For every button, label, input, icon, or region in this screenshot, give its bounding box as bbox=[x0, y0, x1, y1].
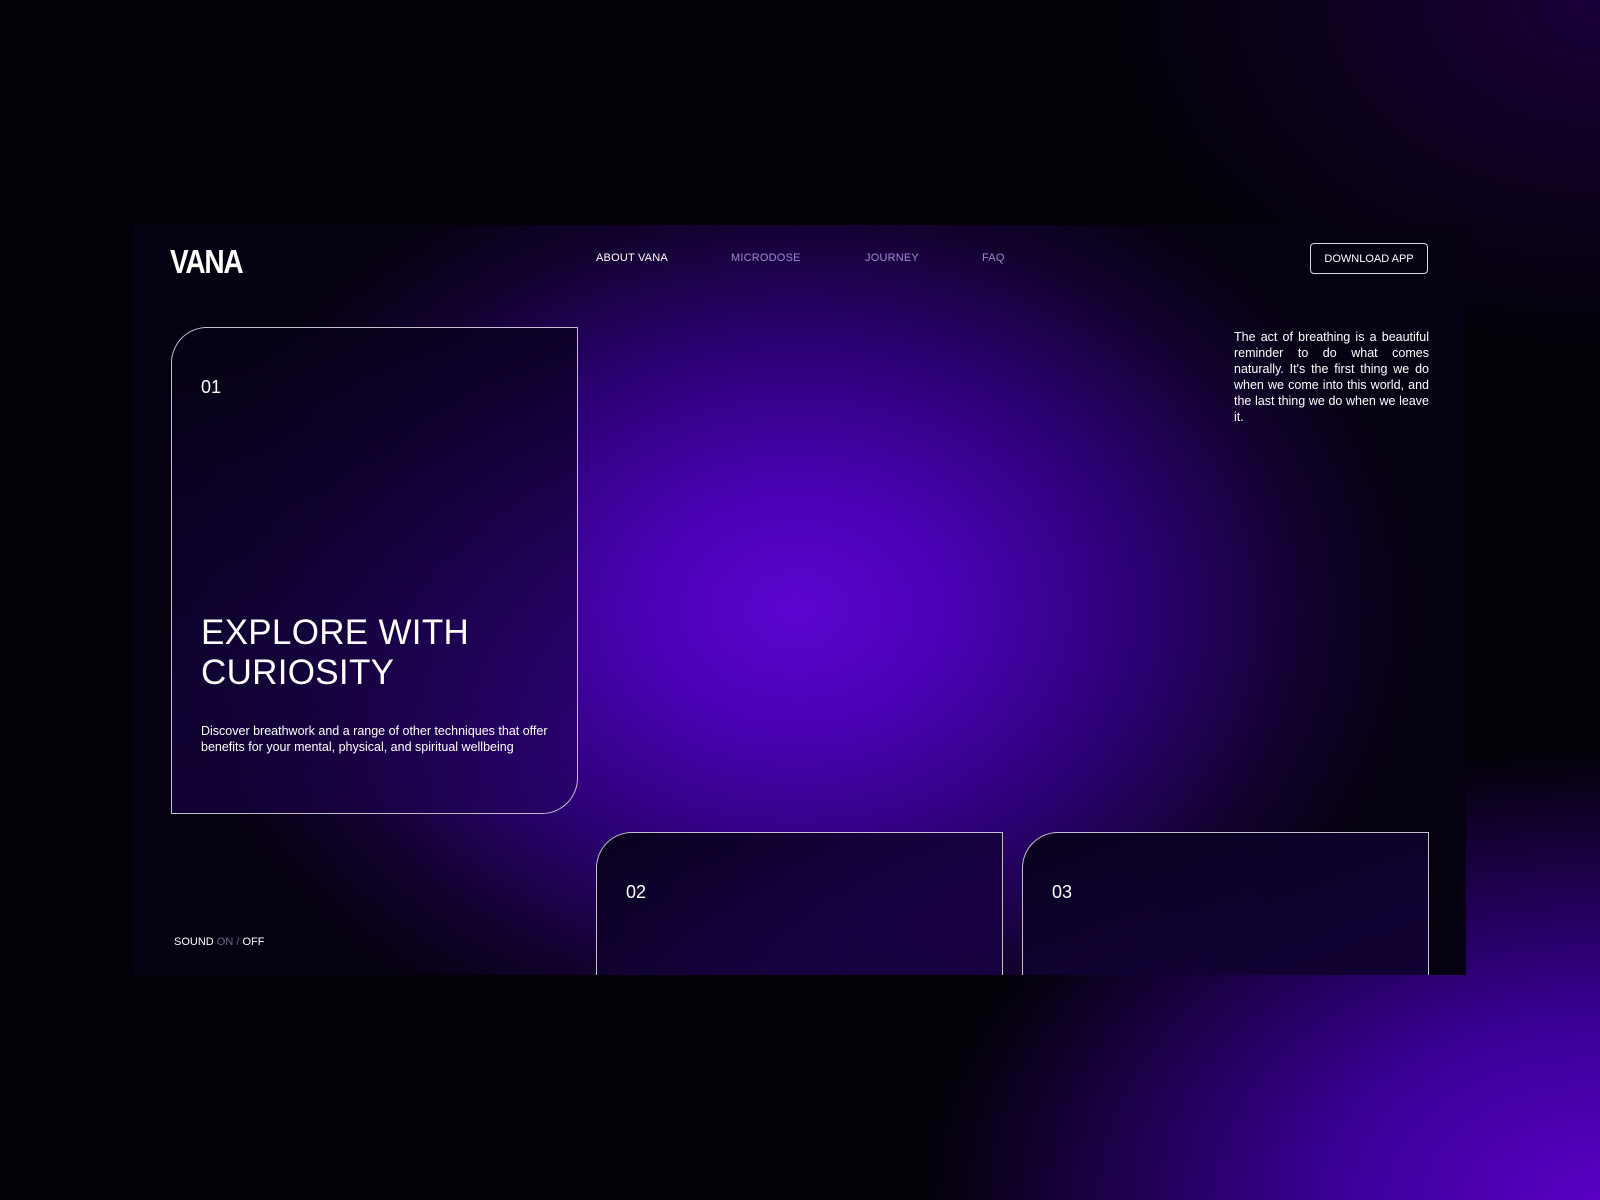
sound-label: SOUND bbox=[174, 936, 214, 948]
card-03[interactable]: 03 bbox=[1022, 832, 1429, 975]
download-app-button[interactable]: DOWNLOAD APP bbox=[1310, 243, 1428, 274]
card-description: Discover breathwork and a range of other… bbox=[201, 724, 548, 754]
sound-toggle: SOUND ON / OFF bbox=[174, 936, 264, 948]
intro-paragraph: The act of breathing is a beautiful remi… bbox=[1234, 330, 1429, 424]
nav-item-journey[interactable]: JOURNEY bbox=[865, 252, 919, 264]
sound-on-option[interactable]: ON bbox=[217, 936, 234, 948]
website-frame: VANA ABOUT VANA MICRODOSE JOURNEY FAQ DO… bbox=[132, 225, 1466, 975]
card-02[interactable]: 02 bbox=[596, 832, 1003, 975]
nav-item-faq[interactable]: FAQ bbox=[982, 252, 1005, 264]
card-explore-with-curiosity[interactable]: 01 EXPLORE WITH CURIOSITY Discover breat… bbox=[171, 327, 578, 814]
card-number: 01 bbox=[201, 377, 222, 397]
sound-separator: / bbox=[236, 936, 240, 948]
card-title: EXPLORE WITH CURIOSITY bbox=[201, 613, 470, 692]
nav-item-about-vana[interactable]: ABOUT VANA bbox=[596, 252, 668, 264]
card-number: 03 bbox=[1052, 882, 1073, 902]
vana-logo[interactable]: VANA bbox=[170, 243, 244, 281]
sound-off-option[interactable]: OFF bbox=[242, 936, 264, 948]
nav-item-microdose[interactable]: MICRODOSE bbox=[731, 252, 801, 264]
card-number: 02 bbox=[626, 882, 647, 902]
